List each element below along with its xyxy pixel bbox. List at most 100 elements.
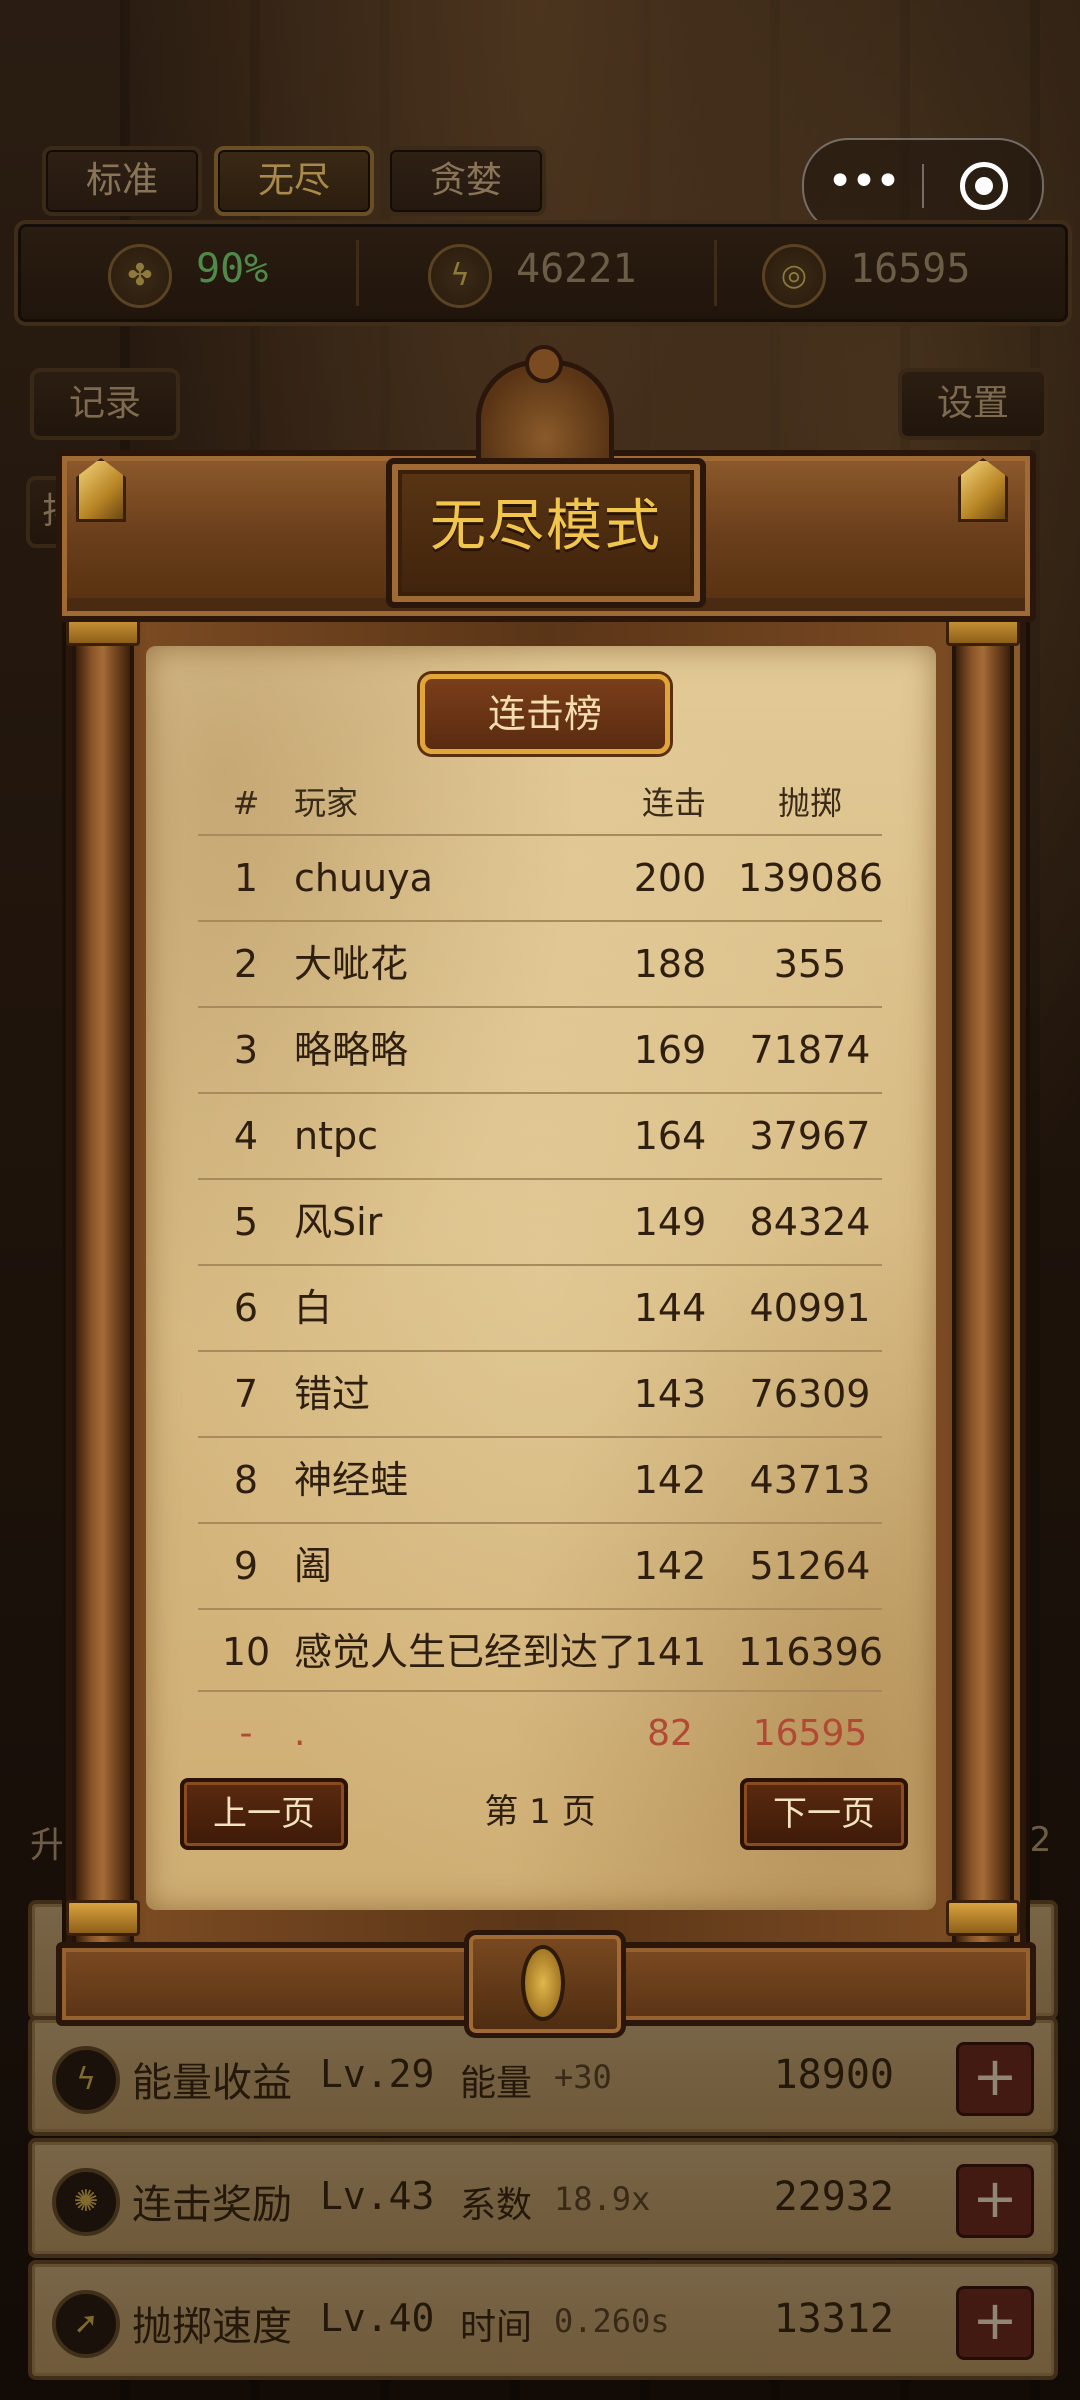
table-row: 8 神经蛙 142 43713	[198, 1438, 882, 1524]
lightning-icon: ϟ	[52, 2046, 120, 2114]
combo-cell: 169	[633, 1028, 707, 1072]
header-throws: 抛掷	[777, 784, 842, 822]
more-menu-icon[interactable]: •••	[804, 140, 922, 232]
settings-button[interactable]: 设置	[898, 368, 1048, 440]
energy-value: 46221	[516, 246, 637, 292]
page-indicator: 第 1 页	[484, 1792, 596, 1832]
player-cell: 阖	[294, 1544, 333, 1588]
my-throws-cell: 16595	[752, 1713, 868, 1754]
rank-cell: 7	[233, 1372, 259, 1416]
throws-cell: 76309	[749, 1372, 871, 1416]
rank-cell: 10	[221, 1630, 271, 1674]
throws-cell: 116396	[738, 1630, 884, 1674]
clover-icon: ✤	[108, 244, 172, 308]
stats-divider	[356, 240, 359, 306]
leaderboard-table: # 玩家 连击 抛掷 1 chuuya 200 139086 2 大呲花 188…	[198, 772, 884, 1694]
upgrade-attr: 能量	[460, 2063, 533, 2104]
player-cell: 白	[294, 1286, 333, 1330]
coin-value: 16595	[850, 246, 971, 292]
table-header: # 玩家 连击 抛掷	[198, 772, 882, 836]
pillar-cap	[946, 1900, 1020, 1936]
combo-cell: 143	[633, 1372, 707, 1416]
combo-cell: 144	[633, 1286, 707, 1330]
frame-pillar-left	[72, 600, 134, 1948]
table-row: 3 略略略 169 71874	[198, 1008, 882, 1094]
upgrade-plus-button[interactable]: +	[956, 2286, 1034, 2360]
throws-cell: 355	[773, 942, 847, 986]
upgrade-name: 能量收益	[132, 2060, 292, 2106]
upgrade-level: Lv.40	[320, 2296, 435, 2340]
upgrade-attr-value: +30	[554, 2058, 612, 2096]
upgrade-attr: 时间	[460, 2307, 533, 2348]
tab-greedy[interactable]: 贪婪	[386, 146, 546, 216]
throws-cell: 71874	[749, 1028, 871, 1072]
player-cell: 风Sir	[294, 1200, 383, 1244]
record-button[interactable]: 记录	[30, 368, 180, 440]
upgrade-cost: 22932	[773, 2174, 894, 2220]
rank-cell: 8	[233, 1458, 259, 1502]
combo-cell: 141	[633, 1630, 707, 1674]
tab-standard[interactable]: 标准	[42, 146, 202, 216]
pillar-cap	[66, 1900, 140, 1936]
my-player-cell: .	[294, 1713, 306, 1754]
upgrade-level: Lv.43	[320, 2174, 435, 2218]
leaderboard-title: 连击榜	[420, 674, 670, 754]
tab-endless[interactable]: 无尽	[214, 146, 374, 216]
table-row: 6 白 144 40991	[198, 1266, 882, 1352]
upgrade-plus-button[interactable]: +	[956, 2164, 1034, 2238]
table-row: 4 ntpc 164 37967	[198, 1094, 882, 1180]
player-cell: 神经蛙	[294, 1458, 409, 1502]
stats-bar: ✤ 90% ϟ 46221 ◎ 16595	[14, 220, 1072, 326]
arrow-icon: ➚	[52, 2290, 120, 2358]
header-combo: 连击	[641, 784, 706, 822]
header-player: 玩家	[294, 784, 359, 822]
upgrade-attr-value: 18.9x	[554, 2180, 651, 2218]
combo-cell: 142	[633, 1544, 707, 1588]
table-row: 10 感觉人生已经到达了 141 116396	[198, 1610, 884, 1694]
upgrade-plus-button[interactable]: +	[956, 2042, 1034, 2116]
table-row: 9 阖 142 51264	[198, 1524, 882, 1610]
throws-cell: 84324	[749, 1200, 871, 1244]
capsule-divider	[922, 164, 924, 208]
player-cell: 略略略	[294, 1028, 409, 1072]
throws-cell: 40991	[749, 1286, 871, 1330]
table-row: 5 风Sir 149 84324	[198, 1180, 882, 1266]
next-page-button[interactable]: 下一页	[740, 1778, 908, 1850]
upgrade-level: Lv.29	[320, 2052, 435, 2096]
upgrade-row-speed[interactable]: ➚ 抛掷速度 Lv.40 时间 0.260s 13312 +	[28, 2260, 1058, 2380]
rank-cell: 9	[233, 1544, 259, 1588]
table-row: 7 错过 143 76309	[198, 1352, 882, 1438]
prev-page-button[interactable]: 上一页	[180, 1778, 348, 1850]
my-combo-cell: 82	[647, 1713, 693, 1754]
close-miniprogram-icon[interactable]	[960, 162, 1008, 210]
header-rank: #	[232, 784, 260, 822]
rank-cell: 5	[233, 1200, 259, 1244]
modal-title: 无尽模式	[430, 494, 662, 559]
my-rank-cell: -	[239, 1713, 253, 1754]
upgrade-attr: 系数	[460, 2185, 533, 2226]
player-cell: 错过	[294, 1372, 371, 1416]
my-rank-row: - . 82 16595	[198, 1690, 882, 1776]
throws-cell: 43713	[749, 1458, 871, 1502]
rank-cell: 3	[233, 1028, 259, 1072]
upgrade-attr-value: 0.260s	[554, 2302, 670, 2340]
table-row: 1 chuuya 200 139086	[198, 836, 884, 922]
stats-divider	[714, 240, 717, 306]
upgrade-cost: 18900	[773, 2052, 894, 2098]
player-cell: chuuya	[294, 856, 433, 900]
throws-cell: 139086	[738, 856, 884, 900]
upgrade-row-combo[interactable]: ✺ 连击奖励 Lv.43 系数 18.9x 22932 +	[28, 2138, 1058, 2258]
player-cell: 感觉人生已经到达了	[294, 1630, 637, 1674]
luck-value: 90%	[196, 246, 269, 292]
combo-cell: 149	[633, 1200, 707, 1244]
combo-cell: 142	[633, 1458, 707, 1502]
coin-icon: ◎	[762, 244, 826, 308]
upgrade-cost: 13312	[773, 2296, 894, 2342]
lightning-icon: ϟ	[428, 244, 492, 308]
combo-cell: 164	[633, 1114, 707, 1158]
rank-cell: 4	[233, 1114, 259, 1158]
gear-icon: ✺	[52, 2168, 120, 2236]
player-cell: 大呲花	[294, 942, 409, 986]
player-cell: ntpc	[294, 1114, 378, 1158]
rank-cell: 1	[233, 856, 259, 900]
